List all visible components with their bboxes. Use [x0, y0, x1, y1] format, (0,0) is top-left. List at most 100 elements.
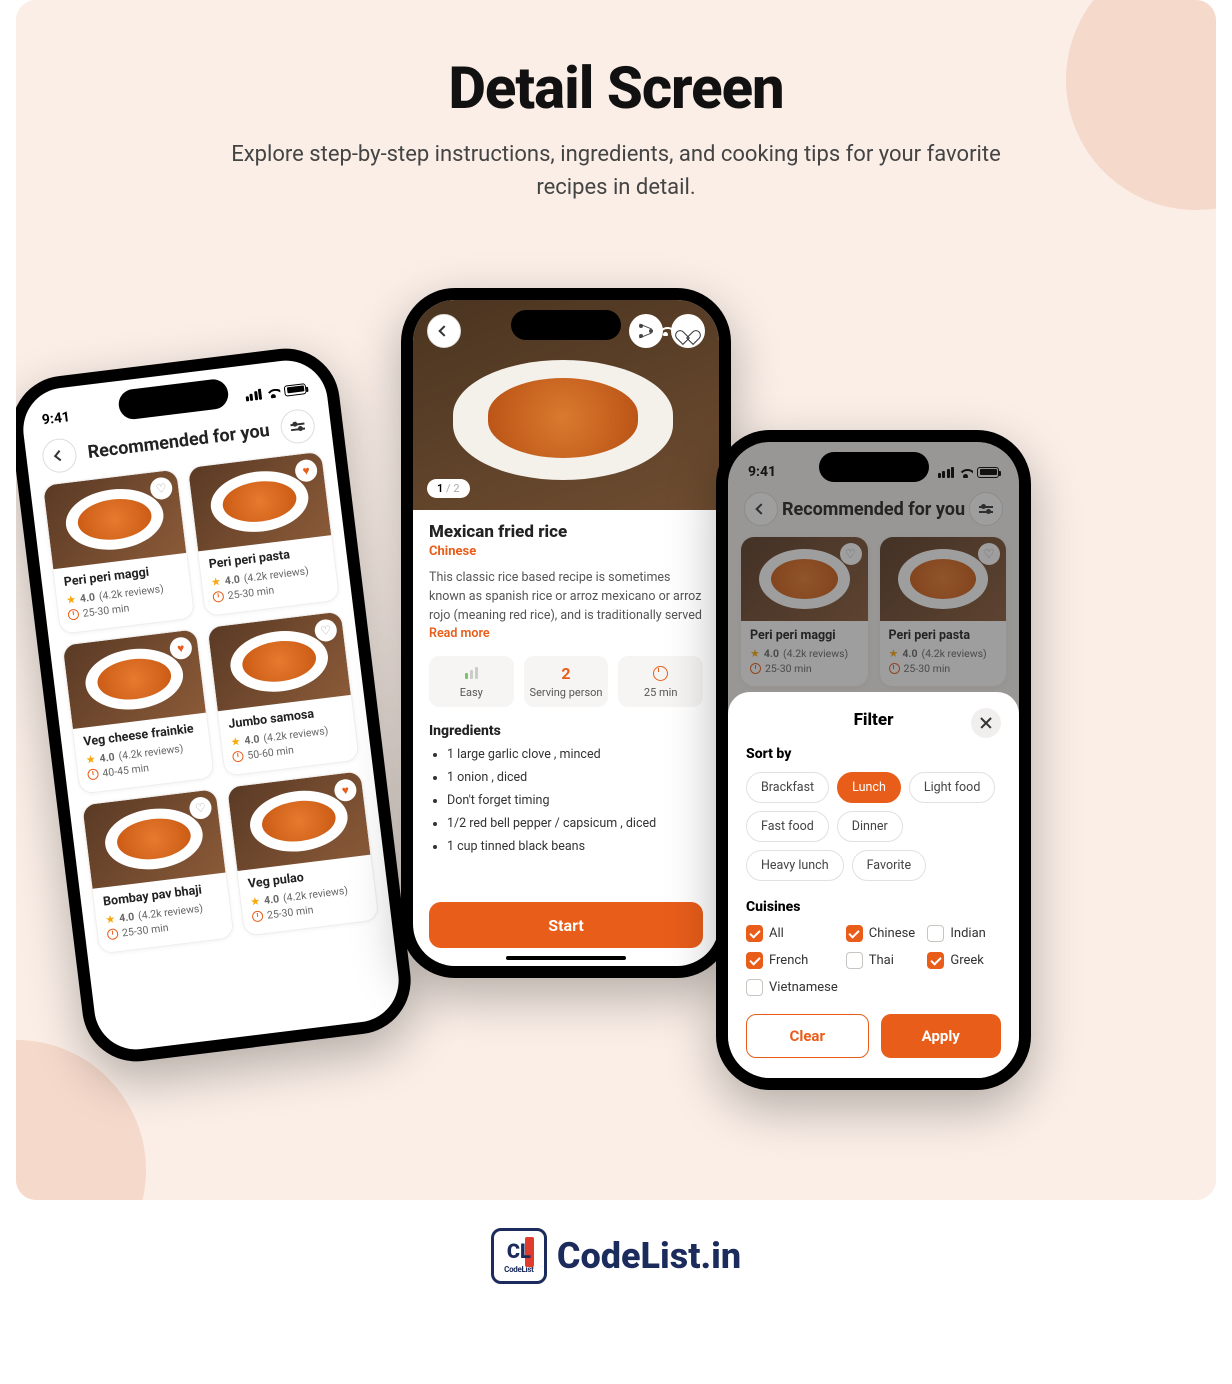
share-icon: [639, 324, 653, 338]
phone-mockup-filter: 9:41 Recommended for you ♡ Peri peri mag…: [716, 430, 1031, 1090]
favorite-toggle[interactable]: ♥: [169, 636, 194, 661]
stat-time: 25 min: [618, 656, 703, 707]
clock-icon: [212, 591, 224, 603]
filter-sheet: Filter Sort by BrackfastLunchLight foodF…: [728, 692, 1019, 1078]
recipe-title: Mexican fried rice: [429, 522, 703, 542]
phone-notch: [819, 452, 929, 482]
start-button[interactable]: Start: [429, 902, 703, 948]
star-icon: ★: [105, 912, 116, 926]
recipe-thumbnail: ♥: [227, 771, 370, 871]
decoration-circle: [16, 1040, 146, 1200]
decoration-circle: [1066, 0, 1216, 210]
favorite-toggle[interactable]: ♡: [149, 476, 174, 501]
recipe-description: This classic rice based recipe is someti…: [429, 569, 703, 644]
sort-chip[interactable]: Fast food: [746, 811, 829, 842]
favorite-button[interactable]: [671, 314, 705, 348]
rating-value: 4.0: [99, 750, 116, 765]
recipe-card[interactable]: ♥ Veg cheese frainkie ★4.0(4.2k reviews)…: [62, 628, 215, 794]
checkbox-icon: [846, 952, 863, 969]
recipe-card[interactable]: ♡ Bombay pav bhaji ★4.0(4.2k reviews) 25…: [81, 788, 234, 954]
page-title: Detail Screen: [16, 0, 1216, 123]
back-button[interactable]: [41, 437, 79, 475]
cuisine-checkbox[interactable]: French: [746, 952, 838, 969]
cuisine-checkbox[interactable]: Indian: [927, 925, 1001, 942]
checkbox-icon: [927, 925, 944, 942]
recipe-thumbnail: ♡: [43, 470, 186, 570]
stat-serving: 2 Serving person: [524, 656, 609, 707]
star-icon: ★: [85, 753, 96, 767]
rating-value: 4.0: [263, 892, 280, 907]
sort-chip[interactable]: Brackfast: [746, 772, 829, 803]
star-icon: ★: [230, 735, 241, 749]
recipe-card[interactable]: ♡ Jumbo samosa ★4.0(4.2k reviews) 50-60 …: [206, 610, 359, 776]
cuisine-label: Greek: [950, 953, 984, 968]
close-icon: [980, 717, 992, 729]
brand-name: CodeList.in: [557, 1235, 741, 1277]
cuisine-label: Indian: [950, 926, 985, 941]
sort-chip[interactable]: Lunch: [837, 772, 901, 803]
difficulty-icon: [465, 667, 478, 679]
cuisine-checkbox[interactable]: Greek: [927, 952, 1001, 969]
heart-icon: [680, 324, 696, 338]
ingredients-heading: Ingredients: [429, 723, 703, 739]
chevron-left-icon: [438, 325, 449, 336]
favorite-toggle[interactable]: ♡: [314, 618, 339, 643]
signal-icon: [244, 388, 262, 401]
home-indicator: [506, 956, 626, 960]
sheet-title: Filter: [746, 710, 1001, 730]
close-button[interactable]: [971, 708, 1001, 738]
sort-chip[interactable]: Light food: [909, 772, 996, 803]
page-subtitle: Explore step-by-step instructions, ingre…: [206, 138, 1026, 204]
clock-icon: [232, 750, 244, 762]
phone-notch: [511, 310, 621, 340]
ingredient-item: 1 cup tinned black beans: [447, 839, 703, 854]
recipe-card[interactable]: ♥ Peri peri pasta ★4.0(4.2k reviews) 25-…: [187, 451, 340, 617]
cuisine-checkbox[interactable]: All: [746, 925, 838, 942]
rating-value: 4.0: [244, 732, 261, 747]
clock-icon: [87, 768, 99, 780]
recipe-thumbnail: ♡: [208, 612, 351, 712]
clear-button[interactable]: Clear: [746, 1014, 869, 1058]
read-more-link[interactable]: Read more: [429, 626, 490, 641]
image-pager: 1 / 2: [427, 479, 470, 498]
checkbox-icon: [746, 952, 763, 969]
rating-value: 4.0: [79, 590, 96, 605]
star-icon: ★: [250, 895, 261, 909]
cuisine-label: French: [769, 953, 808, 968]
sliders-icon: [291, 427, 305, 431]
recipe-card[interactable]: ♡ Peri peri maggi ★4.0(4.2k reviews) 25-…: [42, 468, 195, 634]
checkbox-icon: [746, 925, 763, 942]
recipe-thumbnail: ♥: [63, 629, 206, 729]
cuisine-label: Chinese: [869, 926, 915, 941]
logo-badge: CL CodeList: [491, 1228, 547, 1284]
phone-mockup-list: 9:41 Recommended for you ♡ Peri peri mag…: [16, 342, 417, 1067]
apply-button[interactable]: Apply: [881, 1014, 1002, 1058]
favorite-toggle[interactable]: ♡: [188, 796, 213, 821]
clock-icon: [251, 910, 263, 922]
filter-button[interactable]: [279, 407, 317, 445]
recipe-card[interactable]: ♥ Veg pulao ★4.0(4.2k reviews) 25-30 min: [226, 770, 379, 936]
cuisine-checkbox[interactable]: Chinese: [846, 925, 920, 942]
marketing-stage: Detail Screen Explore step-by-step instr…: [16, 0, 1216, 1200]
star-icon: ★: [65, 593, 76, 607]
share-button[interactable]: [629, 314, 663, 348]
battery-icon: [284, 383, 307, 397]
checkbox-icon: [927, 952, 944, 969]
cuisine-checkbox[interactable]: Thai: [846, 952, 920, 969]
star-icon: ★: [210, 575, 221, 589]
status-time: 9:41: [41, 409, 71, 428]
chevron-left-icon: [54, 450, 65, 461]
sort-chip[interactable]: Dinner: [837, 811, 903, 842]
cuisine-checkbox[interactable]: Vietnamese: [746, 979, 838, 996]
favorite-toggle[interactable]: ♥: [294, 458, 319, 483]
recipe-thumbnail: ♥: [188, 452, 331, 552]
sort-chip[interactable]: Favorite: [852, 850, 927, 881]
cuisine-label: Vietnamese: [769, 980, 838, 995]
ingredient-item: 1 large garlic clove , minced: [447, 747, 703, 762]
sort-chip[interactable]: Heavy lunch: [746, 850, 844, 881]
cuisine-tag[interactable]: Chinese: [429, 544, 703, 559]
clock-icon: [653, 666, 668, 681]
wifi-icon: [265, 386, 281, 399]
back-button[interactable]: [427, 314, 461, 348]
favorite-toggle[interactable]: ♥: [333, 778, 358, 803]
